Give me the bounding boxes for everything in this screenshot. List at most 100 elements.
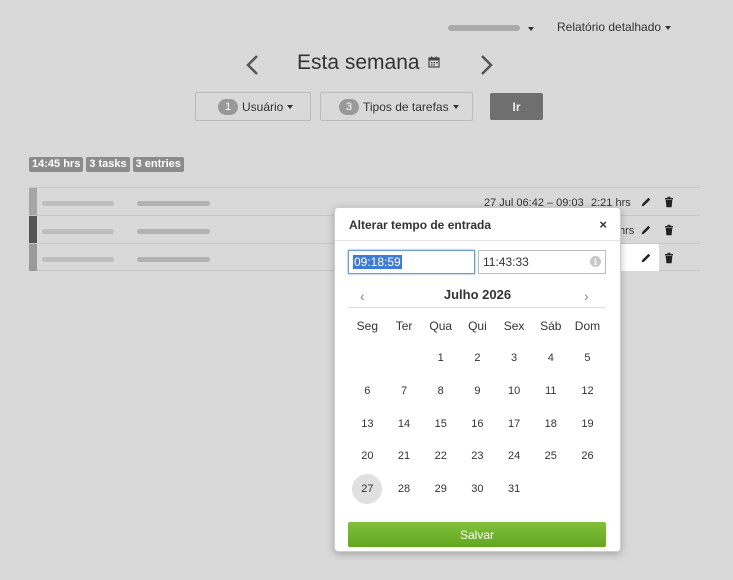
total-hours-badge: 14:45 hrs [29,157,84,172]
calendar-day[interactable]: 7 [386,375,423,408]
calendar-day-number: 4 [547,352,554,365]
calendar-day[interactable]: 1 [422,342,459,375]
calendar-day[interactable]: 8 [422,375,459,408]
weekday-label: Qui [468,319,487,333]
calendar-day-number: 31 [507,483,521,496]
calendar-day-number: 1 [437,352,444,365]
task-name-placeholder [42,257,114,262]
report-menu[interactable]: Relatório detalhado [557,20,672,34]
pencil-icon[interactable] [640,196,652,208]
calendar-day[interactable]: 21 [386,440,423,473]
popup-header: Alterar tempo de entrada × [335,208,620,241]
entry-duration: hrs [619,225,635,237]
calendar-day[interactable]: 14 [386,407,423,440]
calendar-day[interactable]: 15 [422,407,459,440]
task-color-bar [29,244,37,271]
calendar-day-number: 27 [352,474,383,505]
info-icon[interactable]: i [590,256,601,267]
tasktype-count-badge: 3 [339,98,359,115]
weekday-label: Dom [574,319,601,333]
task-name-placeholder [42,201,114,206]
calendar-day-number: 16 [471,417,484,430]
chevron-down-icon [452,104,459,109]
chevron-right-icon [481,55,493,75]
next-month-button[interactable]: › [584,288,589,304]
active-cell-highlight [619,244,659,271]
close-icon[interactable]: × [599,218,607,231]
end-time-value: 11:43:33 [483,255,529,269]
calendar-day-number [389,343,419,373]
task-color-bar [29,188,37,215]
user-filter-button[interactable]: 1 Usuário [195,92,311,121]
user-name-placeholder[interactable] [448,25,520,31]
calendar-day-number: 28 [397,483,411,496]
summary-stats: 14:45 hrs 3 tasks 3 entries [29,157,184,172]
entry-count-badge: 3 entries [132,157,184,172]
calendar-days: 1 2 3 4 5 6 7 8 9 10 11 12 13 14 15 16 17 18 19 20 21 22 23 24 2… [349,342,606,505]
calendar-day[interactable]: 23 [459,440,496,473]
calendar-day[interactable]: 28 [386,473,423,506]
calendar-day-number: 25 [544,450,557,463]
calendar-day[interactable]: 11 [532,375,569,408]
tasktype-filter-label: Tipos de tarefas [363,99,449,114]
calendar-day[interactable]: 25 [532,440,569,473]
go-button[interactable]: Ir [490,93,543,120]
calendar-day-number: 9 [474,385,481,398]
calendar-day[interactable]: 26 [569,440,606,473]
task-name-placeholder [42,229,114,234]
calendar-day[interactable]: 27 [349,473,386,506]
calendar-day[interactable]: 18 [532,407,569,440]
weekday-label: Ter [395,319,413,333]
calendar-day[interactable]: 6 [349,375,386,408]
calendar-day-number [352,343,382,373]
tasktype-filter-button[interactable]: 3 Tipos de tarefas [320,92,473,121]
weekday-label: Qua [429,319,453,333]
calendar-day-number: 22 [434,450,447,463]
calendar-day-number: 5 [584,352,591,365]
calendar-day[interactable]: 30 [459,473,496,506]
calendar-day-number: 8 [437,385,444,398]
trash-icon[interactable] [663,196,675,208]
calendar-day-number: 24 [507,450,521,463]
calendar-day-number: 21 [397,450,411,463]
end-time-input[interactable]: 11:43:33 i [478,250,606,274]
calendar-day[interactable]: 19 [569,407,606,440]
calendar-day-number: 29 [434,483,447,496]
next-week-button[interactable] [475,52,497,78]
calendar-day[interactable]: 20 [349,440,386,473]
previous-week-button[interactable] [242,52,264,78]
calendar-icon[interactable] [428,56,440,68]
calendar-day[interactable]: 24 [496,440,533,473]
calendar-day[interactable]: 4 [532,342,569,375]
calendar-day[interactable]: 16 [459,407,496,440]
save-button[interactable]: Salvar [348,522,606,547]
calendar-day-number: 6 [364,385,371,398]
calendar-day[interactable]: 5 [569,342,606,375]
calendar-day[interactable]: 13 [349,407,386,440]
calendar-day-number: 14 [397,417,411,430]
task-count-badge: 3 tasks [86,157,130,172]
project-name-placeholder [137,201,210,206]
start-time-value: 09:18:59 [353,255,402,269]
calendar-day[interactable]: 9 [459,375,496,408]
calendar-day[interactable]: 31 [496,473,533,506]
calendar-day[interactable]: 2 [459,342,496,375]
user-menu-caret-icon[interactable] [528,27,534,31]
calendar-day[interactable]: 22 [422,440,459,473]
calendar-divider [348,307,606,308]
trash-icon[interactable] [663,224,675,236]
calendar-day[interactable]: 12 [569,375,606,408]
user-filter-label: Usuário [242,99,284,114]
task-color-bar [29,216,37,243]
trash-icon[interactable] [663,252,675,264]
calendar-day[interactable]: 3 [496,342,533,375]
start-time-input[interactable]: 09:18:59 [348,250,475,274]
calendar-day[interactable]: 29 [422,473,459,506]
pencil-icon[interactable] [640,252,652,264]
calendar-day-number: 13 [361,417,374,430]
chevron-left-icon [246,55,258,75]
chevron-down-icon [287,104,294,109]
calendar-day[interactable]: 10 [496,375,533,408]
calendar-day[interactable]: 17 [496,407,533,440]
pencil-icon[interactable] [640,224,652,236]
